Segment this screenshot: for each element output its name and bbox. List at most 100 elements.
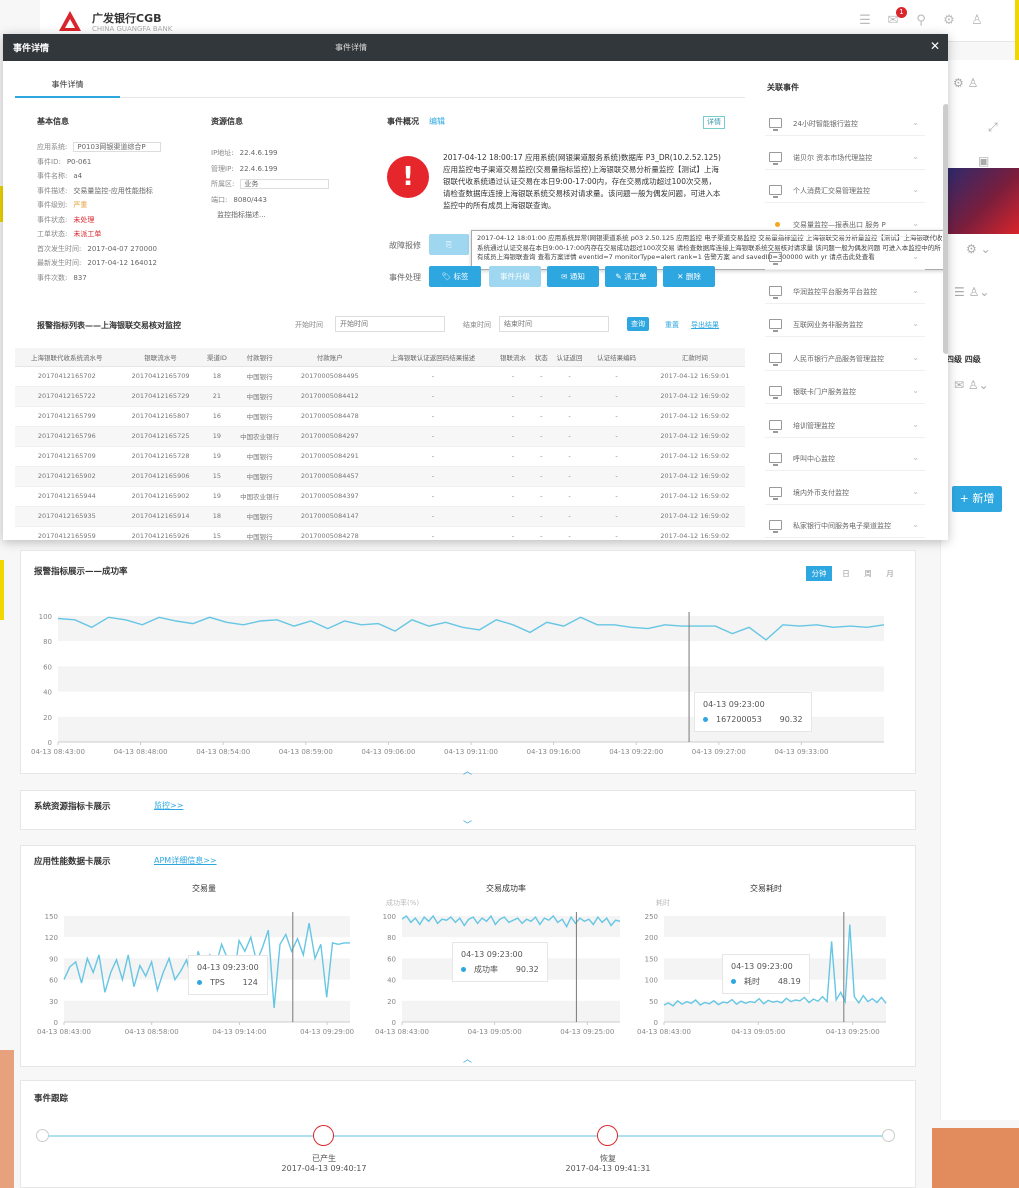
segment-week[interactable]: 周 bbox=[860, 566, 876, 581]
user-icon[interactable]: ♙ bbox=[969, 13, 985, 29]
column-header[interactable]: 银联流水号 bbox=[118, 348, 203, 367]
collapse-up-icon[interactable]: ︿ bbox=[463, 1052, 472, 1065]
y-tick-label: 100 bbox=[383, 913, 396, 921]
table-cell: 20170412165799 bbox=[15, 406, 119, 427]
reset-link[interactable]: 重置 bbox=[665, 320, 679, 330]
basic-info-row: 事件次数: 837 bbox=[37, 273, 87, 283]
table-row[interactable]: 20170412165796 20170412165725 19 中国农业银行 2017… bbox=[15, 426, 745, 447]
table-row[interactable]: 20170412165944 20170412165902 19 中国农业银行 2017… bbox=[15, 486, 745, 507]
monitor-icon bbox=[769, 486, 782, 500]
segment-day[interactable]: 日 bbox=[838, 566, 854, 581]
search-icon[interactable]: ⚲ bbox=[913, 13, 929, 29]
export-link[interactable]: 导出结果 bbox=[691, 320, 719, 330]
user-icon[interactable]: ✉ ♙⌄ bbox=[954, 378, 989, 392]
tag-button[interactable]: 🏷 标签 bbox=[429, 266, 481, 287]
timeline-status: 已产生 bbox=[312, 1154, 336, 1163]
related-event-item[interactable]: 24小时智能银行监控 ⌄ bbox=[765, 114, 925, 136]
table-row[interactable]: 20170412165959 20170412165926 15 中国银行 201700… bbox=[15, 526, 745, 540]
settings-icon[interactable]: ⚙ ⌄ bbox=[966, 242, 991, 256]
detail-tag-button[interactable]: 详情 bbox=[703, 116, 725, 129]
related-event-item[interactable]: 互联网业务非服务监控 ⌄ bbox=[765, 315, 925, 337]
start-time-input[interactable] bbox=[335, 316, 445, 332]
table-row[interactable]: 20170412165902 20170412165906 15 中国银行 201700… bbox=[15, 466, 745, 487]
column-header[interactable]: 付款银行 bbox=[231, 348, 288, 367]
timeline-node-created[interactable] bbox=[313, 1125, 334, 1146]
table-row[interactable]: 20170412165799 20170412165807 16 中国银行 201700… bbox=[15, 406, 745, 427]
table-cell: 20170005084291 bbox=[287, 446, 372, 467]
related-event-item[interactable]: 境内外币支付监控 ⌄ bbox=[765, 483, 925, 505]
table-cell: - bbox=[531, 526, 551, 540]
query-button[interactable]: 查询 bbox=[627, 317, 649, 331]
resource-info-title: 资源信息 bbox=[211, 117, 243, 126]
table-cell: 中国银行 bbox=[231, 406, 288, 427]
x-tick-label: 04-13 09:22:00 bbox=[609, 748, 663, 756]
edit-link[interactable]: 编辑 bbox=[429, 116, 445, 127]
expand-icon[interactable]: ⤢ bbox=[988, 120, 998, 135]
fault-report-button[interactable]: ⎘ bbox=[429, 234, 469, 255]
close-icon[interactable]: ✕ bbox=[930, 39, 940, 53]
column-header[interactable]: 认证结果编码 bbox=[588, 348, 645, 367]
related-event-item[interactable]: 华润监控平台服务平台监控 ⌄ bbox=[765, 282, 925, 304]
y-tick-label: 0 bbox=[54, 1019, 58, 1027]
table-row[interactable]: 20170412165702 20170412165709 18 中国银行 201700… bbox=[15, 366, 745, 387]
end-time-input[interactable] bbox=[499, 316, 609, 332]
series-dot-icon bbox=[197, 980, 202, 985]
column-header[interactable]: 认证返回 bbox=[550, 348, 589, 367]
field-value: 8080/443 bbox=[233, 195, 267, 204]
table-cell: 20170412165725 bbox=[118, 426, 203, 447]
column-header[interactable]: 汇款时间 bbox=[644, 348, 745, 367]
table-row[interactable]: 20170412165722 20170412165729 21 中国银行 201700… bbox=[15, 386, 745, 407]
field-label: 管理IP: bbox=[211, 164, 234, 173]
related-event-item[interactable]: 呼叫中心监控 ⌄ bbox=[765, 449, 925, 471]
collapse-up-icon[interactable]: ︿ bbox=[463, 764, 472, 777]
tab-event-detail[interactable]: 事件详情 bbox=[15, 74, 120, 98]
basic-info-row[interactable]: 应用系统: P0103网银渠道综合P bbox=[37, 142, 161, 152]
segment-month[interactable]: 月 bbox=[882, 566, 898, 581]
chevron-down-icon: ⌄ bbox=[912, 118, 919, 127]
add-new-button[interactable]: + 新增 bbox=[952, 486, 1002, 512]
expand-down-icon[interactable]: ﹀ bbox=[463, 818, 472, 831]
x-tick-label: 04-13 08:54:00 bbox=[196, 748, 250, 756]
tooltip-row: 167200053 90.32 bbox=[703, 712, 803, 727]
y-tick-label: 20 bbox=[43, 714, 52, 722]
related-event-item[interactable]: 交易量监控—报表出口 服务 P ⌄ bbox=[765, 215, 925, 237]
menu-icon[interactable]: ☰ bbox=[857, 13, 873, 29]
related-event-item[interactable]: ⌄ bbox=[765, 248, 925, 270]
column-header[interactable]: 银联流水 bbox=[494, 348, 532, 367]
related-event-item[interactable]: 个人消费汇交易管理监控 ⌄ bbox=[765, 181, 925, 203]
related-event-item[interactable]: 私家银行中间服务电子渠道监控 ⌄ bbox=[765, 516, 925, 538]
table-cell: 20170005084478 bbox=[287, 406, 372, 427]
related-event-label: 银联卡门户服务监控 bbox=[793, 388, 856, 396]
delete-button[interactable]: ✕ 删除 bbox=[663, 266, 715, 287]
tooltip-time: 04-13 09:23:00 bbox=[731, 962, 793, 971]
escalate-button[interactable]: 事件升级 bbox=[489, 266, 541, 287]
related-event-item[interactable]: 培训管理监控 ⌄ bbox=[765, 416, 925, 438]
tps-tooltip: 04-13 09:23:00 TPS 124 bbox=[188, 955, 268, 995]
table-cell: 20170412165807 bbox=[118, 406, 203, 427]
related-event-item[interactable]: 人民币银行产品服务管理监控 ⌄ bbox=[765, 349, 925, 371]
calendar-icon[interactable]: ▣ bbox=[978, 154, 989, 168]
segment-minute[interactable]: 分钟 bbox=[806, 566, 832, 581]
settings-icon[interactable]: ⚙ bbox=[941, 13, 957, 29]
table-row[interactable]: 20170412165709 20170412165728 19 中国银行 201700… bbox=[15, 446, 745, 467]
column-header[interactable]: 状态 bbox=[531, 348, 551, 367]
resource-monitor-link[interactable]: 监控>> bbox=[154, 800, 183, 811]
apm-detail-link[interactable]: APM详细信息>> bbox=[154, 855, 217, 866]
success-rate-chart[interactable]: 0 20 40 60 80 100 04-13 08:43:00 04-13 08:48:00… bbox=[26, 596, 896, 762]
related-event-item[interactable]: 诺贝尔 资本市场代理监控 ⌄ bbox=[765, 148, 925, 170]
column-header[interactable]: 上海银联认证返回码结果描述 bbox=[371, 348, 495, 367]
table-row[interactable]: 20170412165935 20170412165914 18 中国银行 201700… bbox=[15, 506, 745, 527]
menu-icon[interactable]: ☰ ♙⌄ bbox=[954, 285, 989, 299]
settings-icon[interactable]: ⚙ ♙ bbox=[953, 76, 978, 90]
table-cell: 20170412165914 bbox=[118, 506, 203, 527]
dispatch-ticket-button[interactable]: ✎ 派工单 bbox=[605, 266, 657, 287]
column-header[interactable]: 上海银联代收系统流水号 bbox=[15, 348, 119, 367]
timeline-node-recovered[interactable] bbox=[597, 1125, 618, 1146]
related-event-item[interactable]: 银联卡门户服务监控 ⌄ bbox=[765, 382, 925, 404]
column-header[interactable]: 渠道ID bbox=[202, 348, 232, 367]
modal-scrollbar[interactable] bbox=[943, 104, 948, 354]
notification-icon[interactable]: ✉ 1 bbox=[885, 7, 907, 29]
resource-card-title: 系统资源指标卡展示 bbox=[34, 802, 111, 812]
notify-button[interactable]: ✉ 通知 bbox=[547, 266, 599, 287]
column-header[interactable]: 付款账户 bbox=[287, 348, 372, 367]
